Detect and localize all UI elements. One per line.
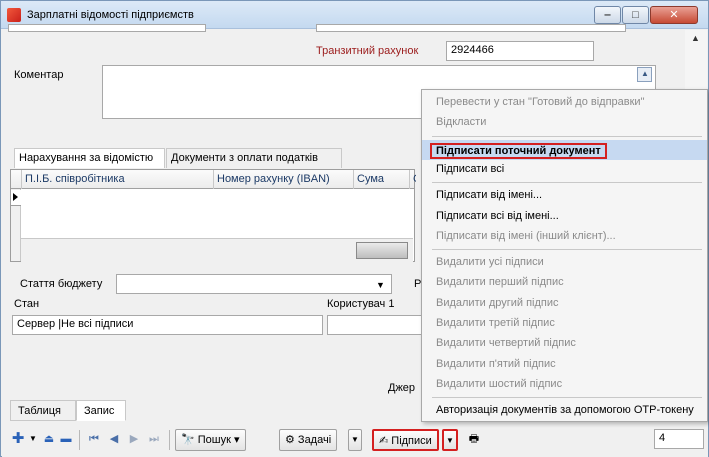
first-record-icon[interactable]: ⏮: [87, 429, 101, 451]
gear-icon: ⚙: [285, 434, 298, 446]
transit-account-input[interactable]: 2924466: [446, 41, 594, 61]
menu-item[interactable]: Підписати від імені (інший клієнт)...: [422, 227, 707, 247]
menu-item[interactable]: Видалити другий підпис: [422, 294, 707, 314]
grid-header: П.І.Б. співробітника Номер рахунку (IBAN…: [11, 170, 416, 189]
col-partial[interactable]: С: [409, 170, 416, 189]
menu-item[interactable]: Підписати від імені...: [422, 186, 707, 206]
maximize-button[interactable]: □: [622, 6, 649, 24]
menu-item-label: Авторизація документів за допомогою ОТР-…: [436, 404, 694, 417]
delete-icon[interactable]: ▬: [59, 429, 73, 451]
window-title: Зарплатні відомості підприємств: [27, 9, 194, 21]
eject-icon[interactable]: ⏏: [42, 429, 56, 451]
menu-item[interactable]: Видалити перший підпис: [422, 273, 707, 293]
maximize-icon: □: [632, 9, 639, 21]
menu-item-label: Видалити перший підпис: [436, 276, 564, 289]
state-input[interactable]: Сервер |Не всі підписи: [12, 315, 323, 335]
menu-item-label: Підписати від імені...: [436, 189, 543, 202]
col-amount[interactable]: Сума: [353, 170, 409, 189]
menu-separator: [432, 249, 702, 251]
signatures-label: Підписи: [391, 435, 432, 447]
transit-account-label: Транзитний рахунок: [316, 45, 419, 57]
tab-accruals[interactable]: Нарахування за відомістю: [14, 148, 165, 168]
budget-article-select[interactable]: [116, 274, 392, 294]
menu-separator: [432, 135, 702, 137]
menu-item-label: Видалити шостий підпис: [436, 377, 563, 390]
menu-item[interactable]: Відкласти: [422, 113, 707, 133]
state-label: Стан: [14, 298, 40, 310]
menu-item-label: Відкласти: [436, 116, 487, 129]
menu-separator: [432, 182, 702, 184]
chevron-down-icon[interactable]: ▼: [376, 280, 385, 290]
col-employee-name[interactable]: П.І.Б. співробітника: [21, 170, 213, 189]
tab-record[interactable]: Запис: [76, 400, 126, 421]
menu-item[interactable]: Видалити четвертий підпис: [422, 334, 707, 354]
toolbar: ✚ ▼ ⏏ ▬ ⏮ ◀ ▶ ⏭ 🔭 Пошук ▾ ⚙ Задачі ▼ ✍ П…: [9, 427, 704, 453]
menu-item-label: Видалити п'ятий підпис: [436, 357, 556, 370]
menu-item[interactable]: Підписати поточний документ: [422, 139, 707, 160]
main-window: Зарплатні відомості підприємств ‒ □ ✕ Тр…: [0, 0, 709, 457]
col-iban[interactable]: Номер рахунку (IBAN): [213, 170, 353, 189]
last-record-icon[interactable]: ⏭: [147, 429, 161, 451]
scroll-up-icon: ▲: [691, 33, 700, 43]
close-button[interactable]: ✕: [650, 6, 698, 24]
menu-item[interactable]: Видалити шостий підпис: [422, 375, 707, 395]
document-print-icon[interactable]: 🖶: [467, 429, 481, 451]
tasks-dropdown-button[interactable]: ▼: [348, 429, 362, 451]
current-row-icon: [13, 193, 18, 201]
menu-item-label: Підписати поточний документ: [430, 142, 607, 159]
next-record-icon[interactable]: ▶: [127, 429, 141, 451]
tasks-label: Задачі: [297, 434, 332, 446]
binoculars-icon: 🔭: [181, 434, 198, 446]
user-input[interactable]: [327, 315, 422, 335]
signatures-dropdown-button[interactable]: ▼: [442, 429, 458, 451]
top-field-partial[interactable]: [8, 24, 206, 32]
signatures-button[interactable]: ✍ Підписи: [372, 429, 439, 451]
search-label: Пошук: [197, 434, 231, 446]
menu-item[interactable]: Видалити третій підпис: [422, 314, 707, 334]
comment-label: Коментар: [14, 69, 64, 81]
close-icon: ✕: [669, 9, 679, 21]
tasks-button[interactable]: ⚙ Задачі: [279, 429, 338, 451]
menu-item-label: Перевести у стан "Готовий до відправки": [436, 96, 645, 108]
bottom-view-tabs: Таблиця Запис: [10, 400, 410, 422]
search-button[interactable]: 🔭 Пошук ▾: [175, 429, 246, 451]
menu-item[interactable]: Перевести у стан "Готовий до відправки": [422, 93, 707, 113]
signature-icon: ✍: [379, 435, 392, 447]
menu-item-label: Видалити другий підпис: [436, 296, 559, 309]
tab-tax-documents[interactable]: Документи з оплати податків: [166, 148, 342, 168]
minimize-icon: ‒: [604, 9, 611, 21]
minimize-button[interactable]: ‒: [594, 6, 621, 24]
accruals-grid: П.І.Б. співробітника Номер рахунку (IBAN…: [10, 169, 416, 262]
app-icon: [7, 8, 21, 22]
top-field-partial-2[interactable]: [316, 24, 626, 32]
arrow-up-icon: ▲: [641, 69, 649, 78]
menu-item-label: Підписати всі: [436, 162, 505, 175]
add-icon[interactable]: ✚: [11, 429, 25, 451]
add-dropdown-icon[interactable]: ▼: [26, 429, 40, 451]
menu-item-label: Підписати всі від імені...: [436, 209, 559, 222]
signatures-context-menu: Перевести у стан "Готовий до відправки" В…: [421, 89, 708, 422]
toolbar-separator: [169, 430, 170, 450]
toolbar-separator: [79, 430, 80, 450]
tab-table[interactable]: Таблиця: [10, 400, 76, 421]
grid-footer: [21, 238, 413, 262]
menu-item-label: Видалити усі підписи: [436, 256, 544, 269]
menu-item[interactable]: Підписати всі від імені...: [422, 207, 707, 227]
menu-separator: [432, 397, 702, 399]
menu-item-label: Видалити третій підпис: [436, 317, 555, 329]
budget-article-label: Стаття бюджету: [20, 278, 103, 290]
menu-item[interactable]: Видалити усі підписи: [422, 253, 707, 273]
menu-item-label: Підписати від імені (інший клієнт)...: [436, 229, 616, 242]
comment-scroll-up[interactable]: ▲: [637, 67, 652, 82]
menu-item[interactable]: Підписати всі: [422, 160, 707, 180]
record-number-field[interactable]: 4: [654, 429, 704, 449]
current-row-marker: [11, 190, 21, 206]
menu-item[interactable]: Авторизація документів за допомогою ОТР-…: [422, 401, 707, 421]
grid-footer-button[interactable]: [356, 242, 408, 259]
source-label: Джер: [388, 382, 416, 394]
prev-record-icon[interactable]: ◀: [107, 429, 121, 451]
menu-item-label: Видалити четвертий підпис: [436, 337, 576, 350]
menu-item[interactable]: Видалити п'ятий підпис: [422, 355, 707, 375]
user-label: Користувач 1: [327, 298, 395, 310]
